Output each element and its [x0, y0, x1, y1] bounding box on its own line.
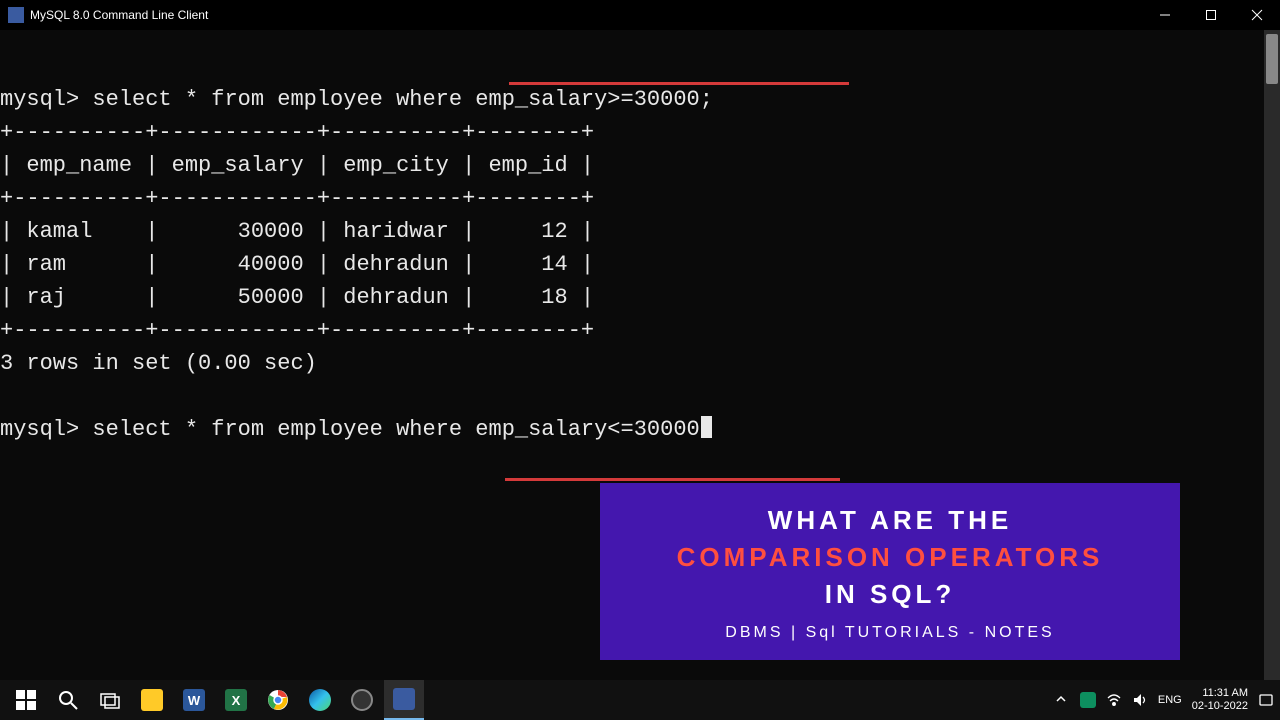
wifi-icon[interactable] [1106, 692, 1122, 708]
result-summary: 3 rows in set (0.00 sec) [0, 351, 317, 376]
chrome-button[interactable] [258, 680, 298, 720]
chevron-up-icon[interactable] [1054, 692, 1070, 708]
sql-query-2: select * from employee where emp_salary<… [92, 417, 699, 442]
meet-icon[interactable] [1080, 692, 1096, 708]
app-icon [8, 7, 24, 23]
edge-icon [309, 689, 331, 711]
table-header: | emp_name | emp_salary | emp_city | emp… [0, 153, 594, 178]
word-button[interactable]: W [174, 680, 214, 720]
clock-time: 11:31 AM [1192, 687, 1248, 700]
chrome-icon [267, 689, 289, 711]
language-indicator[interactable]: ENG [1158, 694, 1182, 706]
edge-button[interactable] [300, 680, 340, 720]
overlay-card: WHAT ARE THE COMPARISON OPERATORS IN SQL… [600, 483, 1180, 660]
clock-date: 02-10-2022 [1192, 700, 1248, 713]
word-icon: W [183, 689, 205, 711]
excel-button[interactable]: X [216, 680, 256, 720]
titlebar[interactable]: MySQL 8.0 Command Line Client [0, 0, 1280, 30]
search-icon [57, 689, 79, 711]
cursor-icon [701, 416, 712, 438]
prompt: mysql> [0, 417, 79, 442]
taskview-button[interactable] [90, 680, 130, 720]
start-button[interactable] [6, 680, 46, 720]
table-border: +----------+------------+----------+----… [0, 120, 594, 145]
sound-icon[interactable] [1132, 692, 1148, 708]
highlight-underline [509, 82, 849, 85]
table-border: +----------+------------+----------+----… [0, 186, 594, 211]
notification-icon[interactable] [1258, 692, 1274, 708]
file-explorer-button[interactable] [132, 680, 172, 720]
maximize-button[interactable] [1188, 0, 1234, 30]
highlight-underline [505, 478, 840, 481]
folder-icon [141, 689, 163, 711]
app-window: MySQL 8.0 Command Line Client mysql> sel… [0, 0, 1280, 720]
minimize-button[interactable] [1142, 0, 1188, 30]
excel-icon: X [225, 689, 247, 711]
table-row: | raj | 50000 | dehradun | 18 | [0, 285, 594, 310]
start-icon [15, 689, 37, 711]
obs-icon [351, 689, 373, 711]
overlay-line-1: WHAT ARE THE [630, 505, 1150, 536]
overlay-subtitle: DBMS | Sql TUTORIALS - NOTES [630, 624, 1150, 642]
scrollbar-track[interactable] [1264, 30, 1280, 680]
overlay-line-3: IN SQL? [630, 579, 1150, 610]
window-title: MySQL 8.0 Command Line Client [30, 8, 1142, 22]
mysql-icon [393, 688, 415, 710]
overlay-line-2: COMPARISON OPERATORS [630, 542, 1150, 573]
prompt: mysql> [0, 87, 79, 112]
taskbar-left: W X [6, 680, 424, 720]
table-border: +----------+------------+----------+----… [0, 318, 594, 343]
search-button[interactable] [48, 680, 88, 720]
sql-query-1: select * from employee where emp_salary>… [92, 87, 713, 112]
taskbar: W X [0, 680, 1280, 720]
window-controls [1142, 0, 1280, 30]
taskview-icon [99, 689, 121, 711]
mysql-client-button[interactable] [384, 680, 424, 720]
table-row: | ram | 40000 | dehradun | 14 | [0, 252, 594, 277]
clock[interactable]: 11:31 AM 02-10-2022 [1192, 687, 1248, 712]
table-row: | kamal | 30000 | haridwar | 12 | [0, 219, 594, 244]
taskbar-right: ENG 11:31 AM 02-10-2022 [1054, 687, 1274, 712]
obs-button[interactable] [342, 680, 382, 720]
close-button[interactable] [1234, 0, 1280, 30]
scrollbar-thumb[interactable] [1266, 34, 1278, 84]
